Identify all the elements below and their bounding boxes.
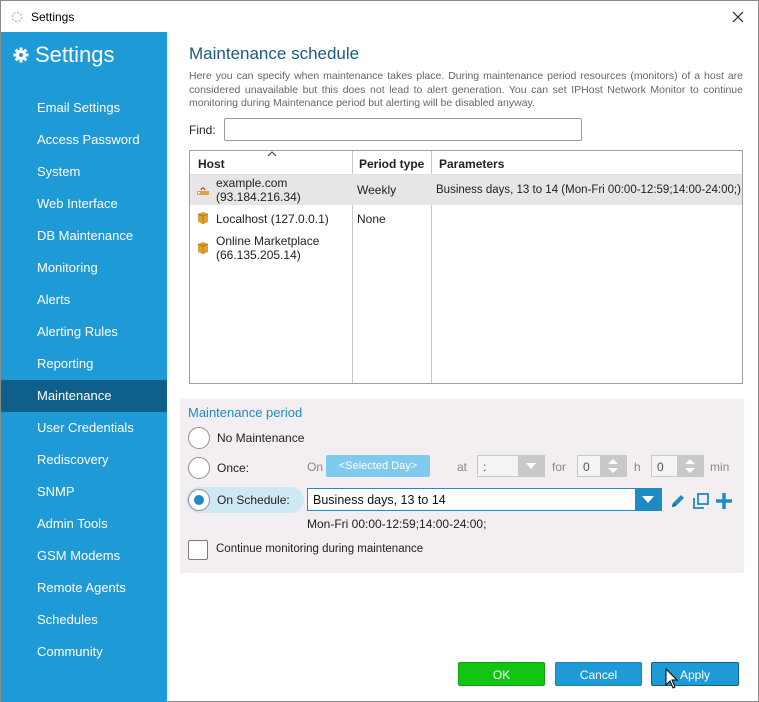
host-address: (66.135.205.14) [216, 248, 301, 262]
maintenance-period-title: Maintenance period [188, 405, 303, 420]
schedule-select[interactable]: Business days, 13 to 14 [307, 488, 662, 511]
sidebar-item-admin-tools[interactable]: Admin Tools [1, 508, 167, 540]
column-header-host[interactable]: Host [198, 157, 225, 171]
once-at-label: at [457, 460, 468, 474]
app-icon [11, 11, 23, 23]
sidebar-item-system[interactable]: System [1, 156, 167, 188]
ok-button[interactable]: OK [458, 662, 545, 686]
maintenance-table: Host Period type Parameters example.com … [189, 150, 743, 384]
title-bar: Settings [1, 1, 758, 32]
once-for-label: for [552, 460, 567, 474]
table-row[interactable]: Online Marketplace (66.135.205.14) [190, 233, 742, 263]
find-input[interactable] [224, 118, 582, 141]
continue-monitoring-checkbox[interactable] [188, 540, 208, 560]
host-address: (93.184.216.34) [216, 190, 301, 204]
sidebar-item-schedules[interactable]: Schedules [1, 604, 167, 636]
period-type: Weekly [357, 183, 397, 197]
close-icon [732, 11, 744, 22]
host-name: Online Marketplace [216, 234, 320, 248]
parameters: Business days, 13 to 14 (Mon-Fri 00:00-1… [436, 184, 741, 196]
sidebar-item-maintenance[interactable]: Maintenance [1, 380, 167, 412]
sidebar-title: Settings [35, 42, 115, 67]
on-schedule-label: On Schedule: [217, 493, 290, 507]
on-schedule-radio[interactable] [188, 489, 210, 511]
hours-value: 0 [583, 460, 590, 474]
close-button[interactable] [718, 1, 758, 32]
sidebar-item-monitoring[interactable]: Monitoring [1, 252, 167, 284]
no-maintenance-label: No Maintenance [217, 431, 305, 445]
table-row[interactable]: example.com (93.184.216.34) Weekly Busin… [190, 175, 742, 205]
period-type: None [357, 212, 386, 226]
host-network-icon [197, 187, 209, 195]
spin-arrows-icon [608, 459, 618, 473]
hours-unit-label: h [634, 460, 641, 474]
schedule-detail: Mon-Fri 00:00-12:59;14:00-24:00; [307, 517, 487, 531]
sidebar: Settings Email Settings Access Password … [1, 32, 167, 702]
sidebar-item-db-maintenance[interactable]: DB Maintenance [1, 220, 167, 252]
window-title: Settings [31, 10, 75, 24]
sidebar-item-web-interface[interactable]: Web Interface [1, 188, 167, 220]
once-radio[interactable] [188, 457, 210, 479]
hours-spin-buttons[interactable] [600, 456, 626, 476]
column-header-period-type[interactable]: Period type [359, 157, 424, 171]
cancel-button[interactable]: Cancel [555, 662, 642, 686]
server-icon [197, 242, 209, 254]
sidebar-item-user-credentials[interactable]: User Credentials [1, 412, 167, 444]
sidebar-item-alerts[interactable]: Alerts [1, 284, 167, 316]
sidebar-item-snmp[interactable]: SNMP [1, 476, 167, 508]
edit-pencil-icon[interactable] [669, 492, 687, 510]
table-header: Host Period type Parameters [190, 151, 742, 175]
add-icon[interactable] [715, 492, 733, 510]
minutes-spin-buttons[interactable] [677, 456, 703, 476]
find-label: Find: [189, 123, 216, 137]
chevron-down-icon [642, 496, 654, 503]
once-time-picker[interactable]: : [477, 455, 545, 477]
sidebar-menu: Email Settings Access Password System We… [1, 92, 167, 668]
sidebar-header: Settings [13, 40, 115, 70]
sidebar-item-email-settings[interactable]: Email Settings [1, 92, 167, 124]
host-name: Localhost (127.0.0.1) [216, 212, 329, 226]
minutes-stepper[interactable]: 0 [651, 455, 704, 477]
continue-monitoring-label: Continue monitoring during maintenance [216, 543, 424, 555]
sidebar-item-gsm-modems[interactable]: GSM Modems [1, 540, 167, 572]
once-time-value: : [483, 460, 487, 474]
sidebar-item-access-password[interactable]: Access Password [1, 124, 167, 156]
page-description: Here you can specify when maintenance ta… [189, 70, 743, 109]
once-on-label: On [307, 460, 324, 474]
mouse-cursor-icon [665, 668, 679, 689]
minutes-unit-label: min [710, 460, 730, 474]
main-content: Maintenance schedule Here you can specif… [167, 32, 759, 702]
sidebar-item-alerting-rules[interactable]: Alerting Rules [1, 316, 167, 348]
selected-day-button[interactable]: <Selected Day> [326, 455, 430, 477]
sidebar-item-remote-agents[interactable]: Remote Agents [1, 572, 167, 604]
maintenance-period-panel: Maintenance period No Maintenance Once: … [180, 399, 744, 573]
spin-arrows-icon [685, 459, 695, 473]
page-title: Maintenance schedule [189, 44, 360, 63]
host-name: example.com [216, 176, 288, 190]
once-label: Once: [217, 461, 250, 475]
hours-stepper[interactable]: 0 [577, 455, 627, 477]
schedule-selected-value: Business days, 13 to 14 [313, 493, 446, 507]
sidebar-item-rediscovery[interactable]: Rediscovery [1, 444, 167, 476]
server-icon [197, 212, 209, 224]
sort-ascending-icon [267, 151, 277, 157]
sidebar-item-community[interactable]: Community [1, 636, 167, 668]
sidebar-item-reporting[interactable]: Reporting [1, 348, 167, 380]
column-header-parameters[interactable]: Parameters [439, 157, 504, 171]
schedule-dropdown-button[interactable] [635, 489, 661, 510]
copy-icon[interactable] [692, 492, 710, 510]
minutes-value: 0 [657, 460, 664, 474]
settings-window: Settings Settings Email Settings Access … [0, 0, 759, 702]
gear-icon [13, 47, 29, 63]
time-dropdown-button[interactable] [518, 456, 544, 476]
no-maintenance-radio[interactable] [188, 427, 210, 449]
table-row[interactable]: Localhost (127.0.0.1) None [190, 207, 742, 231]
chevron-down-icon [526, 463, 536, 469]
